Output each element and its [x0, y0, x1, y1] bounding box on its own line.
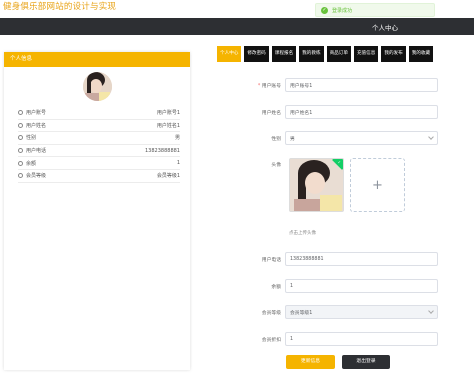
- account-field[interactable]: 用户账号1: [285, 78, 438, 92]
- phone-field[interactable]: 13823888881: [285, 252, 438, 266]
- info-row-phone: 用户电话 13823888881: [18, 145, 180, 158]
- name-field[interactable]: 用户姓名1: [285, 105, 438, 119]
- info-row-balance: 余额 1: [18, 157, 180, 170]
- user-center-tabs: 个人中心 修改密码 课程报名 我的教练 商品订单 充值信息 我的发布 我的收藏: [217, 46, 436, 62]
- form-row-discount: 会员折扣 1: [230, 332, 442, 346]
- gender-select[interactable]: 男: [285, 131, 438, 145]
- tab-course-enrollment[interactable]: 课程报名: [271, 46, 297, 62]
- upload-plus-icon[interactable]: +: [350, 158, 405, 212]
- chevron-down-icon: [428, 308, 434, 314]
- avatar: [83, 72, 112, 101]
- tab-my-favorites[interactable]: 我的收藏: [408, 46, 434, 62]
- chevron-down-icon: [428, 134, 434, 140]
- profile-card: 个人信息 用户账号 用户账号1 用户姓名 用户姓名1 性别 男 用户电话 138…: [4, 52, 190, 370]
- tab-personal-center[interactable]: 个人中心: [217, 46, 242, 62]
- level-select[interactable]: 会员等级1: [285, 305, 438, 319]
- top-bar: 个人中心: [0, 18, 474, 35]
- uploaded-avatar-thumbnail[interactable]: ✓: [289, 158, 344, 212]
- form-row-account: * 用户账号 用户账号1: [230, 78, 442, 92]
- success-toast: ✓ 登录成功: [315, 3, 435, 17]
- info-circle-icon: [18, 160, 23, 166]
- tab-my-posts[interactable]: 我的发布: [381, 46, 406, 62]
- logout-button[interactable]: 退出登录: [342, 355, 390, 369]
- info-row-gender: 性别 男: [18, 132, 180, 145]
- info-circle-icon: [18, 148, 23, 154]
- page-title: 个人中心: [372, 24, 398, 32]
- upload-hint: 点击上传头像: [289, 231, 316, 236]
- balance-field[interactable]: 1: [285, 279, 438, 293]
- phone-label: 用户电话: [261, 257, 281, 263]
- info-row-level: 会员等级 会员等级1: [18, 170, 180, 183]
- gender-label: 性别: [271, 136, 281, 142]
- balance-label: 余额: [271, 284, 281, 290]
- form-row-balance: 余额 1: [230, 279, 442, 293]
- avatar-label: 头像: [271, 163, 281, 168]
- site-title: 健身俱乐部网站的设计与实现: [3, 2, 117, 12]
- tab-product-orders[interactable]: 商品订单: [326, 46, 351, 62]
- tab-my-coach[interactable]: 我的教练: [299, 46, 324, 62]
- info-circle-icon: [18, 110, 23, 116]
- tab-change-password[interactable]: 修改密码: [244, 46, 269, 62]
- check-circle-icon: ✓: [321, 6, 328, 14]
- info-row-name: 用户姓名 用户姓名1: [18, 120, 180, 133]
- form-row-level: 会员等级 会员等级1: [230, 305, 442, 319]
- form-row-phone: 用户电话 13823888881: [230, 252, 442, 266]
- discount-field[interactable]: 1: [285, 332, 438, 346]
- info-row-account: 用户账号 用户账号1: [18, 107, 180, 120]
- info-circle-icon: [18, 122, 23, 128]
- name-label: 用户姓名: [261, 110, 281, 116]
- update-info-button[interactable]: 更新信息: [286, 355, 335, 369]
- form-row-name: 用户姓名 用户姓名1: [230, 105, 442, 119]
- discount-label: 会员折扣: [261, 337, 281, 343]
- account-label: * 用户账号: [257, 83, 281, 89]
- profile-info-list: 用户账号 用户账号1 用户姓名 用户姓名1 性别 男 用户电话 13823888…: [18, 107, 180, 183]
- profile-card-heading: 个人信息: [4, 52, 190, 67]
- info-circle-icon: [18, 135, 23, 141]
- form-row-gender: 性别 男: [230, 131, 442, 145]
- toast-message: 登录成功: [332, 7, 353, 14]
- level-label: 会员等级: [261, 310, 281, 316]
- info-circle-icon: [18, 173, 23, 179]
- tab-recharge-info[interactable]: 充值信息: [353, 46, 379, 62]
